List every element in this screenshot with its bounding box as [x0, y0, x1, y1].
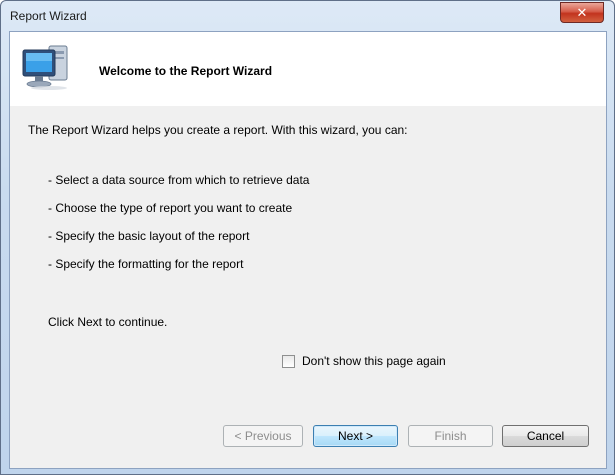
checkbox-label[interactable]: Don't show this page again	[302, 354, 446, 368]
dont-show-again-checkbox[interactable]: Don't show this page again	[282, 354, 446, 368]
cancel-button[interactable]: Cancel	[502, 425, 589, 447]
header-title: Welcome to the Report Wizard	[99, 64, 273, 78]
computer-icon	[22, 45, 68, 90]
intro-text: The Report Wizard helps you create a rep…	[28, 123, 408, 137]
wizard-header: Welcome to the Report Wizard	[10, 32, 606, 106]
list-item: - Select a data source from which to ret…	[48, 173, 310, 187]
wizard-client-area: Welcome to the Report Wizard The Report …	[9, 31, 607, 469]
window-title: Report Wizard	[10, 9, 87, 23]
finish-button[interactable]: Finish	[408, 425, 493, 447]
checkbox-box[interactable]	[282, 354, 295, 368]
list-item: - Choose the type of report you want to …	[48, 201, 293, 215]
close-icon: ✕	[576, 4, 588, 20]
title-bar[interactable]: Report Wizard ✕	[1, 1, 614, 31]
continue-text: Click Next to continue.	[48, 315, 168, 329]
next-button[interactable]: Next >	[313, 425, 398, 447]
list-item: - Specify the formatting for the report	[48, 257, 244, 271]
feature-list: - Select a data source from which to ret…	[48, 173, 309, 285]
report-wizard-window: Report Wizard ✕ Welcome to the Report Wi…	[0, 0, 615, 475]
previous-button[interactable]: < Previous	[223, 425, 303, 447]
list-item: - Specify the basic layout of the report	[48, 229, 250, 243]
close-button[interactable]: ✕	[560, 2, 604, 23]
